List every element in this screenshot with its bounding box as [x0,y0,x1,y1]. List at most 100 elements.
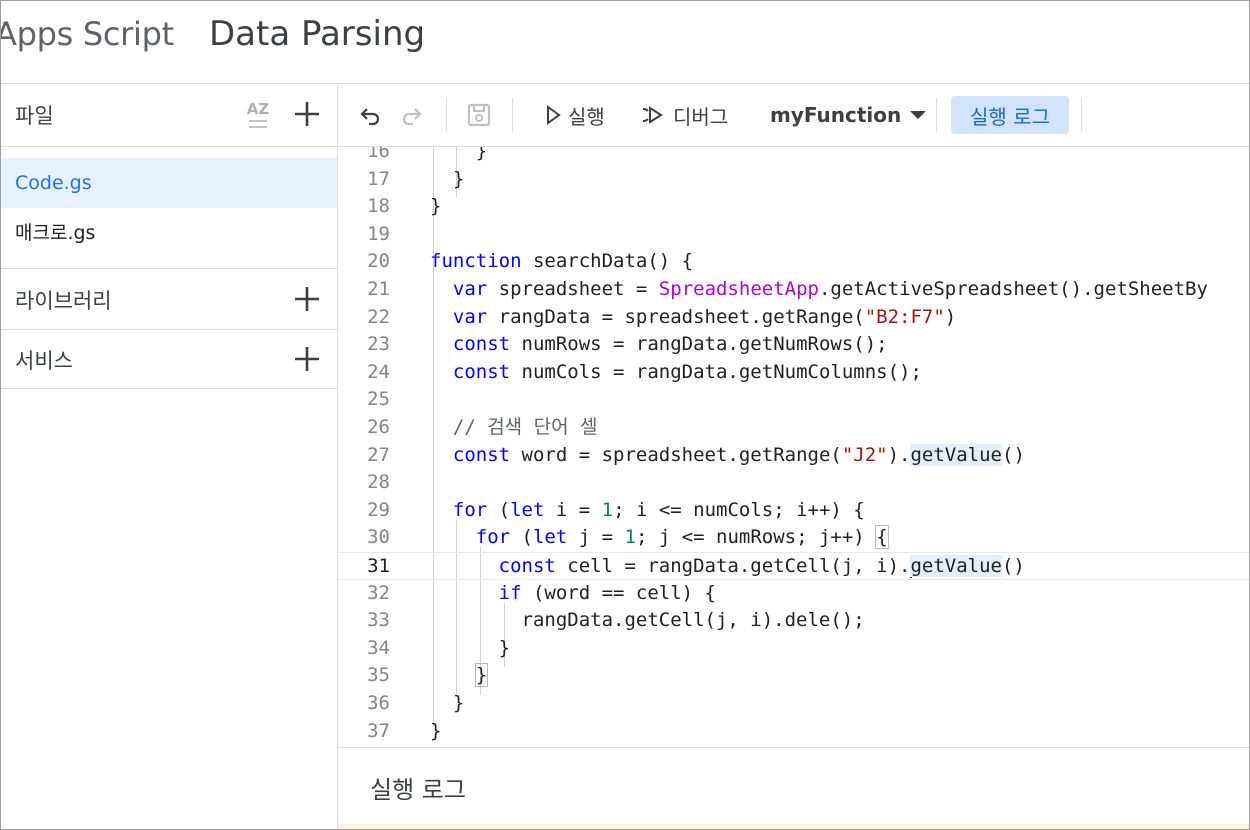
code-line: 18} [338,193,1249,221]
line-number: 25 [367,388,390,411]
code-line: 35 } [338,662,1249,690]
line-number: 34 [367,636,390,659]
log-strip [338,824,1249,829]
save-icon [467,103,491,127]
line-number: 33 [367,609,390,632]
line-number: 28 [367,471,390,494]
execution-log-panel: 실행 로그 [338,747,1249,829]
function-name: myFunction [770,103,902,127]
code-text: const cell = rangData.getCell(j, i).getV… [498,555,1025,578]
services-section: 서비스 [1,329,337,389]
dropdown-arrow-icon [910,111,927,119]
run-button[interactable]: 실행 [544,84,605,146]
code-line: 33 rangData.getCell(j, i).dele(); [338,607,1249,635]
line-number: 29 [367,498,390,521]
code-text: } [430,167,465,190]
code-line: 27 const word = spreadsheet.getRange("J2… [338,442,1249,470]
code-line: 36 } [338,690,1249,718]
code-line: 23 const numRows = rangData.getNumRows()… [338,331,1249,359]
code-text: var spreadsheet = SpreadsheetApp.getActi… [452,278,1208,300]
code-line: 26 // 검색 단어 셀 [338,414,1249,442]
line-number: 17 [367,167,390,190]
execution-log-title: 실행 로그 [370,776,466,804]
libraries-title: 라이브러리 [15,289,112,313]
code-line: 16 } [338,147,1249,166]
save-button[interactable] [466,84,492,146]
redo-button[interactable] [400,84,424,146]
editor-toolbar: 실행 디버그 myFunction 실행 로그 [338,84,1249,147]
line-number: 32 [367,581,390,604]
undo-button[interactable] [358,84,382,146]
code-text: } [430,719,442,742]
code-text: } [430,636,511,659]
project-title[interactable]: Data Parsing [209,14,425,54]
undo-icon [360,108,380,126]
line-number: 24 [367,360,390,383]
code-text: if (word == cell) { [498,581,716,604]
code-line-current: 31 const cell = rangData.getCell(j, i).g… [338,552,1249,580]
code-text: } [430,147,488,162]
app-title[interactable]: Apps Script [1,15,174,53]
code-line: 21 var spreadsheet = SpreadsheetApp.getA… [338,276,1249,304]
line-number: 18 [367,195,390,218]
line-number: 23 [367,333,390,356]
line-number: 27 [367,443,390,466]
toolbar-divider [446,98,447,132]
code-text: var rangData = spreadsheet.getRange("B2:… [452,305,957,328]
execution-log-button[interactable]: 실행 로그 [951,96,1069,134]
line-number: 37 [367,719,390,742]
file-item-macro-gs[interactable]: 매크로.gs [1,208,337,258]
code-line: 25 [338,386,1249,414]
line-number: 22 [367,305,390,328]
code-text: for (let j = 1; j <= numRows; j++) { [475,525,889,550]
libraries-section: 라이브러리 [1,268,337,330]
toolbar-divider [1081,98,1082,132]
plus-icon [295,102,319,126]
redo-icon [402,108,422,126]
toolbar-divider [936,98,937,132]
line-number: 21 [367,278,390,300]
code-line: 17 } [338,166,1249,194]
code-editor[interactable]: 16 } 17 } 18} 19 20 function searchData()… [338,147,1249,747]
file-item-code-gs[interactable]: Code.gs [1,158,337,208]
sort-az-icon[interactable]: AZ [241,100,275,132]
toolbar-divider [512,98,513,132]
add-service-button[interactable] [291,343,323,375]
debug-button[interactable]: 디버그 [643,84,728,146]
code-text: const numRows = rangData.getNumRows(); [452,333,888,356]
code-text: const word = spreadsheet.getRange("J2").… [452,443,1025,466]
function-select[interactable]: myFunction [770,84,927,146]
debug-label: 디버그 [673,104,729,129]
code-line: 34 } [338,635,1249,663]
code-line: 32 if (word == cell) { [338,580,1249,608]
code-text: for (let i = 1; i <= numCols; i++) { [452,498,865,521]
plus-icon [295,287,319,311]
services-title: 서비스 [15,349,73,373]
files-title: 파일 [15,104,54,128]
code-line: 28 [338,469,1249,497]
header: Apps Script Data Parsing [1,1,1249,84]
add-library-button[interactable] [291,283,323,315]
code-comment: // 검색 단어 셀 [430,416,598,438]
code-line: 22 var rangData = spreadsheet.getRange("… [338,304,1249,332]
apps-script-window: Apps Script Data Parsing 파일 AZ Code.gs 매… [0,0,1250,830]
code-text: function searchData() { [430,250,694,273]
code-text: } [430,195,442,218]
line-number: 16 [367,147,390,162]
code-line: 30 for (let j = 1; j <= numRows; j++) { [338,524,1249,552]
line-number: 36 [367,692,390,714]
add-file-button[interactable] [291,98,323,130]
files-section-header: 파일 AZ [1,84,337,147]
debug-icon [643,106,663,124]
play-icon [547,105,561,125]
code-line: 24 const numCols = rangData.getNumColumn… [338,359,1249,387]
code-line: 37} [338,718,1249,746]
line-number: 19 [367,222,390,245]
code-text: } [430,692,465,714]
run-label: 실행 [568,104,605,129]
sort-label: AZ [246,100,270,118]
code-text: rangData.getCell(j, i).dele(); [430,609,865,632]
line-number: 30 [367,526,390,549]
code-line: 20 function searchData() { [338,248,1249,276]
line-number: 26 [367,416,390,438]
